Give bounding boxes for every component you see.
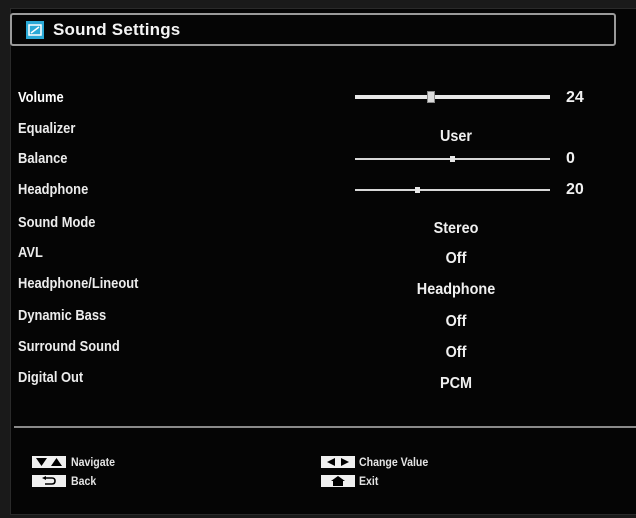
setting-row-volume[interactable]: Volume 24 <box>18 89 608 115</box>
volume-slider-track[interactable] <box>355 95 550 99</box>
hint-change-value-label: Change Value <box>359 455 429 469</box>
setting-value: PCM <box>439 375 473 392</box>
up-down-arrows-icon <box>32 456 66 468</box>
setting-row-dynamic-bass[interactable]: Dynamic Bass Off <box>18 307 608 333</box>
setting-label: Volume <box>18 89 64 106</box>
setting-label: Digital Out <box>18 369 84 386</box>
setting-value: Stereo <box>433 220 479 237</box>
setting-row-avl[interactable]: AVL Off <box>18 244 608 270</box>
hint-exit-label: Exit <box>359 474 379 488</box>
footer-divider <box>14 426 636 428</box>
setting-row-headphone-lineout[interactable]: Headphone/Lineout Headphone <box>18 275 608 301</box>
setting-value: User <box>439 128 473 145</box>
setting-label: Headphone <box>18 181 89 198</box>
setting-row-equalizer[interactable]: Equalizer User <box>18 120 608 146</box>
headphone-slider-track[interactable] <box>355 189 550 191</box>
setting-label: Equalizer <box>18 120 76 137</box>
hint-exit: Exit <box>321 474 381 488</box>
balance-slider-handle[interactable] <box>450 156 455 162</box>
page-title: Sound Settings <box>53 19 181 39</box>
setting-row-sound-mode[interactable]: Sound Mode Stereo <box>18 214 608 240</box>
volume-slider-handle[interactable] <box>427 91 435 103</box>
setting-row-surround-sound[interactable]: Surround Sound Off <box>18 338 608 364</box>
home-icon <box>321 475 355 487</box>
setting-value: Headphone <box>416 281 496 298</box>
sound-settings-icon <box>26 20 44 39</box>
hint-navigate: Navigate <box>32 455 121 469</box>
hint-change-value: Change Value <box>321 455 438 469</box>
setting-row-digital-out[interactable]: Digital Out PCM <box>18 369 608 395</box>
setting-label: AVL <box>18 244 43 261</box>
back-icon <box>32 475 66 487</box>
headphone-slider-handle[interactable] <box>415 187 420 193</box>
headphone-value: 20 <box>566 181 584 198</box>
hint-navigate-label: Navigate <box>71 455 116 469</box>
setting-label: Sound Mode <box>18 214 96 231</box>
setting-label: Balance <box>18 150 68 167</box>
balance-value: 0 <box>566 150 575 167</box>
hint-back: Back <box>32 474 100 488</box>
volume-value: 24 <box>566 89 584 106</box>
left-right-arrows-icon <box>321 456 355 468</box>
setting-value: Off <box>445 250 467 267</box>
setting-label: Surround Sound <box>18 338 120 355</box>
hint-back-label: Back <box>71 474 97 488</box>
setting-value: Off <box>445 344 467 361</box>
setting-row-balance[interactable]: Balance 0 <box>18 150 608 176</box>
setting-value: Off <box>445 313 467 330</box>
setting-row-headphone[interactable]: Headphone 20 <box>18 181 608 207</box>
setting-label: Headphone/Lineout <box>18 275 139 292</box>
setting-label: Dynamic Bass <box>18 307 107 324</box>
title-bar: Sound Settings <box>10 13 616 46</box>
